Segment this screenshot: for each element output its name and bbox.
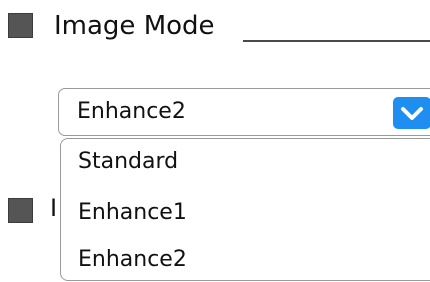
image-mode-options-list: Standard Enhance1 Enhance2 — [60, 138, 430, 281]
obscured-label: I — [50, 194, 58, 222]
second-section-marker-icon — [8, 198, 33, 223]
option-enhance1[interactable]: Enhance1 — [78, 198, 187, 228]
option-standard[interactable]: Standard — [78, 147, 178, 177]
title-rule — [243, 40, 430, 42]
select-value: Enhance2 — [77, 99, 186, 124]
chevron-down-icon[interactable] — [393, 97, 430, 129]
chevron-down-icon-shape — [401, 107, 423, 120]
image-mode-select[interactable]: Enhance2 — [58, 88, 430, 136]
option-enhance2[interactable]: Enhance2 — [78, 245, 187, 275]
section-title: Image Mode — [54, 11, 215, 41]
section-marker-icon — [8, 13, 33, 38]
image-mode-settings: Image Mode I Enhance2 Standard Enhance1 … — [0, 0, 430, 282]
